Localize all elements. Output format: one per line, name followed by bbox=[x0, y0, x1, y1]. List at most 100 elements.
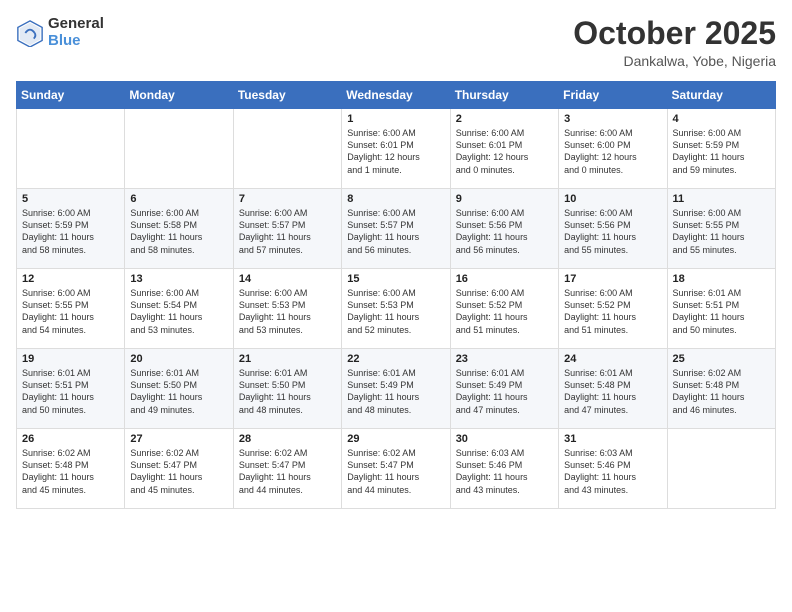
logo-icon bbox=[16, 19, 44, 47]
cell-text: Sunrise: 6:03 AM Sunset: 5:46 PM Dayligh… bbox=[456, 447, 553, 496]
cell-text: Sunrise: 6:00 AM Sunset: 6:01 PM Dayligh… bbox=[347, 127, 444, 176]
cell-text: Sunrise: 6:01 AM Sunset: 5:50 PM Dayligh… bbox=[130, 367, 227, 416]
day-number: 30 bbox=[456, 433, 553, 445]
table-row: 10Sunrise: 6:00 AM Sunset: 5:56 PM Dayli… bbox=[559, 189, 667, 269]
day-number: 23 bbox=[456, 353, 553, 365]
table-row: 4 Sunrise: 6:00 AM Sunset: 5:59 PM Daylig… bbox=[667, 109, 775, 189]
day-number: 16 bbox=[456, 273, 553, 285]
cell-text: Sunrise: 6:00 AM Sunset: 5:56 PM Dayligh… bbox=[456, 207, 553, 256]
col-saturday: Saturday bbox=[667, 82, 775, 109]
table-row: 17 Sunrise: 6:00 AM Sunset: 5:52 PM Dayli… bbox=[559, 269, 667, 349]
day-number: 18 bbox=[673, 273, 770, 285]
table-row: 1 Sunrise: 6:00 AM Sunset: 6:01 PM Daylig… bbox=[342, 109, 450, 189]
table-row: 16Sunrise: 6:00 AM Sunset: 5:52 PM Dayli… bbox=[450, 269, 558, 349]
table-row: 14 Sunrise: 6:00 AM Sunset: 5:53 PM Dayli… bbox=[233, 269, 341, 349]
table-row: 20 Sunrise: 6:01 AM Sunset: 5:50 PM Dayli… bbox=[125, 349, 233, 429]
cell-text: Sunrise: 6:00 AM Sunset: 5:55 PM Dayligh… bbox=[22, 287, 119, 336]
calendar-table: Sunday Monday Tuesday Wednesday Thursday… bbox=[16, 81, 776, 509]
logo-general: General bbox=[48, 16, 104, 33]
location-subtitle: Dankalwa, Yobe, Nigeria bbox=[573, 53, 776, 69]
table-row: 25 Sunrise: 6:02 AM Sunset: 5:48 PM Dayli… bbox=[667, 349, 775, 429]
day-number: 27 bbox=[130, 433, 227, 445]
cell-text: Sunrise: 6:00 AM Sunset: 5:52 PM Dayligh… bbox=[564, 287, 661, 336]
calendar-week-row: 1 Sunrise: 6:00 AM Sunset: 6:01 PM Daylig… bbox=[17, 109, 776, 189]
col-thursday: Thursday bbox=[450, 82, 558, 109]
day-number: 15 bbox=[347, 273, 444, 285]
table-row: 13 Sunrise: 6:00 AM Sunset: 5:54 PM Dayli… bbox=[125, 269, 233, 349]
cell-text: Sunrise: 6:01 AM Sunset: 5:51 PM Dayligh… bbox=[673, 287, 770, 336]
day-number: 2 bbox=[456, 113, 553, 125]
table-row: 11Sunrise: 6:00 AM Sunset: 5:55 PM Dayli… bbox=[667, 189, 775, 269]
col-tuesday: Tuesday bbox=[233, 82, 341, 109]
table-row bbox=[233, 109, 341, 189]
day-number: 10 bbox=[564, 193, 661, 205]
col-monday: Monday bbox=[125, 82, 233, 109]
cell-text: Sunrise: 6:02 AM Sunset: 5:47 PM Dayligh… bbox=[239, 447, 336, 496]
day-number: 3 bbox=[564, 113, 661, 125]
day-number: 25 bbox=[673, 353, 770, 365]
logo: General Blue bbox=[16, 16, 104, 49]
cell-text: Sunrise: 6:00 AM Sunset: 6:01 PM Dayligh… bbox=[456, 127, 553, 176]
cell-text: Sunrise: 6:00 AM Sunset: 6:00 PM Dayligh… bbox=[564, 127, 661, 176]
logo-blue: Blue bbox=[48, 33, 104, 50]
cell-text: Sunrise: 6:00 AM Sunset: 5:57 PM Dayligh… bbox=[347, 207, 444, 256]
day-number: 28 bbox=[239, 433, 336, 445]
calendar-week-row: 26Sunrise: 6:02 AM Sunset: 5:48 PM Dayli… bbox=[17, 429, 776, 509]
table-row: 23 Sunrise: 6:01 AM Sunset: 5:49 PM Dayli… bbox=[450, 349, 558, 429]
col-sunday: Sunday bbox=[17, 82, 125, 109]
day-number: 9 bbox=[456, 193, 553, 205]
cell-text: Sunrise: 6:02 AM Sunset: 5:47 PM Dayligh… bbox=[347, 447, 444, 496]
day-number: 8 bbox=[347, 193, 444, 205]
day-number: 31 bbox=[564, 433, 661, 445]
day-number: 17 bbox=[564, 273, 661, 285]
cell-text: Sunrise: 6:00 AM Sunset: 5:57 PM Dayligh… bbox=[239, 207, 336, 256]
table-row: 31 Sunrise: 6:03 AM Sunset: 5:46 PM Dayli… bbox=[559, 429, 667, 509]
calendar-header-row: Sunday Monday Tuesday Wednesday Thursday… bbox=[17, 82, 776, 109]
day-number: 22 bbox=[347, 353, 444, 365]
table-row bbox=[125, 109, 233, 189]
table-row: 26Sunrise: 6:02 AM Sunset: 5:48 PM Dayli… bbox=[17, 429, 125, 509]
cell-text: Sunrise: 6:00 AM Sunset: 5:59 PM Dayligh… bbox=[673, 127, 770, 176]
table-row: 7 Sunrise: 6:00 AM Sunset: 5:57 PM Daylig… bbox=[233, 189, 341, 269]
table-row: 21Sunrise: 6:01 AM Sunset: 5:50 PM Dayli… bbox=[233, 349, 341, 429]
calendar-week-row: 19Sunrise: 6:01 AM Sunset: 5:51 PM Dayli… bbox=[17, 349, 776, 429]
page-header: General Blue October 2025 Dankalwa, Yobe… bbox=[16, 16, 776, 69]
cell-text: Sunrise: 6:00 AM Sunset: 5:53 PM Dayligh… bbox=[347, 287, 444, 336]
table-row: 22Sunrise: 6:01 AM Sunset: 5:49 PM Dayli… bbox=[342, 349, 450, 429]
day-number: 14 bbox=[239, 273, 336, 285]
title-block: October 2025 Dankalwa, Yobe, Nigeria bbox=[573, 16, 776, 69]
cell-text: Sunrise: 6:00 AM Sunset: 5:59 PM Dayligh… bbox=[22, 207, 119, 256]
day-number: 5 bbox=[22, 193, 119, 205]
table-row: 27 Sunrise: 6:02 AM Sunset: 5:47 PM Dayli… bbox=[125, 429, 233, 509]
day-number: 21 bbox=[239, 353, 336, 365]
cell-text: Sunrise: 6:00 AM Sunset: 5:55 PM Dayligh… bbox=[673, 207, 770, 256]
day-number: 20 bbox=[130, 353, 227, 365]
day-number: 7 bbox=[239, 193, 336, 205]
table-row: 12 Sunrise: 6:00 AM Sunset: 5:55 PM Dayli… bbox=[17, 269, 125, 349]
logo-text-block: General Blue bbox=[48, 16, 104, 49]
day-number: 13 bbox=[130, 273, 227, 285]
cell-text: Sunrise: 6:03 AM Sunset: 5:46 PM Dayligh… bbox=[564, 447, 661, 496]
table-row: 15 Sunrise: 6:00 AM Sunset: 5:53 PM Dayli… bbox=[342, 269, 450, 349]
col-friday: Friday bbox=[559, 82, 667, 109]
day-number: 4 bbox=[673, 113, 770, 125]
day-number: 1 bbox=[347, 113, 444, 125]
cell-text: Sunrise: 6:01 AM Sunset: 5:49 PM Dayligh… bbox=[456, 367, 553, 416]
day-number: 29 bbox=[347, 433, 444, 445]
day-number: 12 bbox=[22, 273, 119, 285]
table-row: 29 Sunrise: 6:02 AM Sunset: 5:47 PM Dayli… bbox=[342, 429, 450, 509]
calendar-week-row: 5 Sunrise: 6:00 AM Sunset: 5:59 PM Daylig… bbox=[17, 189, 776, 269]
cell-text: Sunrise: 6:00 AM Sunset: 5:54 PM Dayligh… bbox=[130, 287, 227, 336]
table-row: 24Sunrise: 6:01 AM Sunset: 5:48 PM Dayli… bbox=[559, 349, 667, 429]
table-row: 30 Sunrise: 6:03 AM Sunset: 5:46 PM Dayli… bbox=[450, 429, 558, 509]
day-number: 6 bbox=[130, 193, 227, 205]
cell-text: Sunrise: 6:01 AM Sunset: 5:48 PM Dayligh… bbox=[564, 367, 661, 416]
table-row: 28 Sunrise: 6:02 AM Sunset: 5:47 PM Dayli… bbox=[233, 429, 341, 509]
col-wednesday: Wednesday bbox=[342, 82, 450, 109]
cell-text: Sunrise: 6:02 AM Sunset: 5:48 PM Dayligh… bbox=[673, 367, 770, 416]
cell-text: Sunrise: 6:02 AM Sunset: 5:47 PM Dayligh… bbox=[130, 447, 227, 496]
table-row: 8 Sunrise: 6:00 AM Sunset: 5:57 PM Daylig… bbox=[342, 189, 450, 269]
day-number: 26 bbox=[22, 433, 119, 445]
cell-text: Sunrise: 6:00 AM Sunset: 5:53 PM Dayligh… bbox=[239, 287, 336, 336]
table-row bbox=[17, 109, 125, 189]
